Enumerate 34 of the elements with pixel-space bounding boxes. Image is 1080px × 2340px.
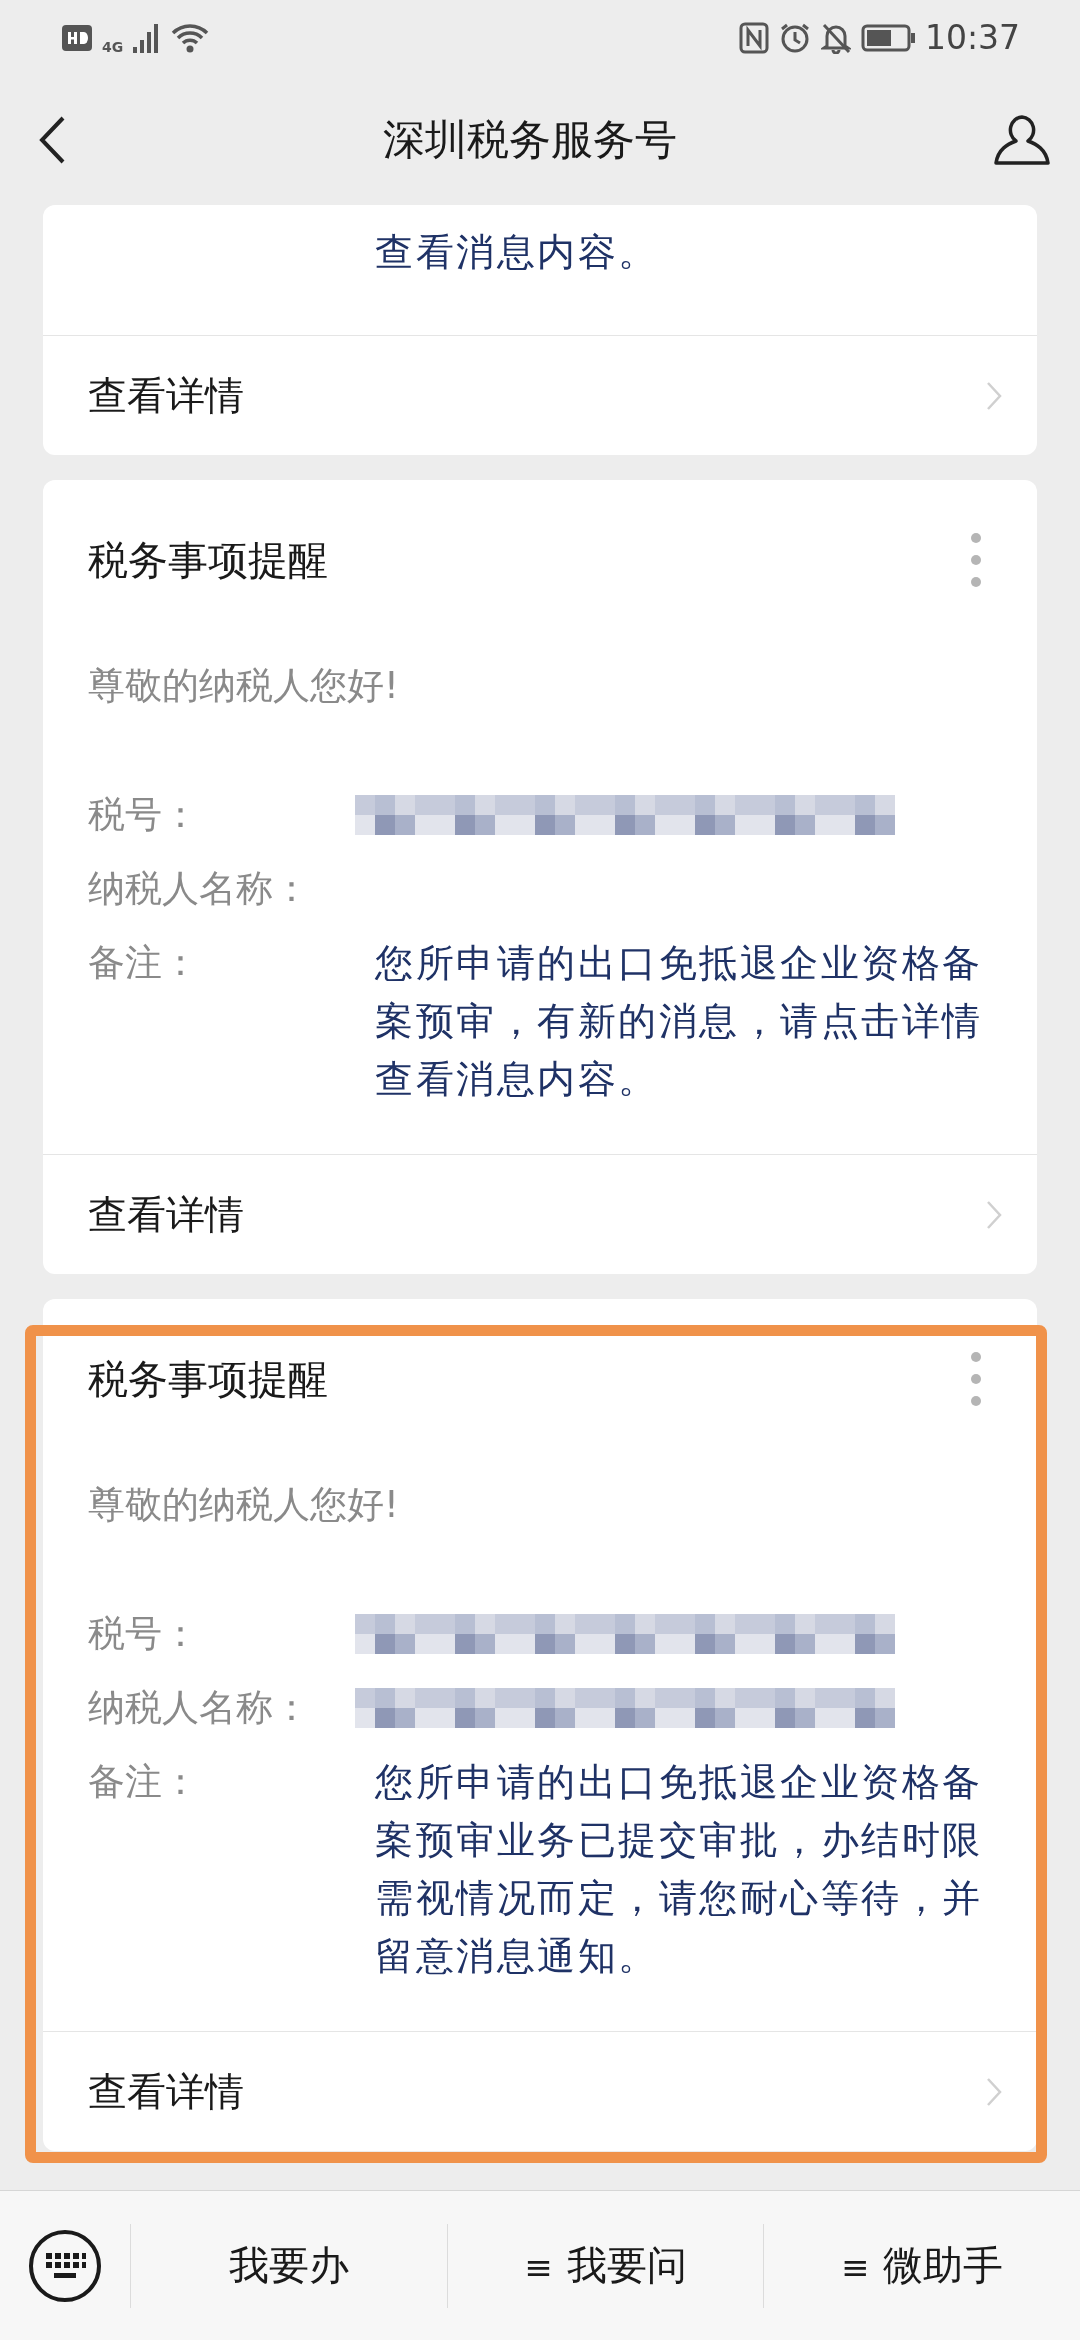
- chevron-icon: [986, 1199, 1002, 1230]
- menu-button[interactable]: ≡ 我要问: [446, 2223, 764, 2308]
- view-details-link[interactable]: 查看详情: [43, 2031, 1037, 2151]
- profile-icon[interactable]: [994, 114, 1050, 166]
- field-label: 纳税人名称：: [88, 866, 311, 912]
- back-icon[interactable]: [38, 115, 66, 165]
- chevron-icon: [986, 380, 1002, 411]
- menu-button[interactable]: ≡ 微助手: [763, 2223, 1080, 2308]
- nfc-icon: [738, 21, 769, 54]
- greeting-text: 尊敬的纳税人您好!: [88, 1482, 400, 1528]
- wifi-icon: [171, 22, 210, 53]
- greeting-text: 尊敬的纳税人您好!: [88, 663, 400, 709]
- field-label: 备注：: [88, 1759, 200, 1805]
- field-value: 您所申请的出口免抵退企业资格备案预审业务已提交审批，办结时限需视情况而定，请您耐心等待，并留意消息通知。: [375, 1759, 984, 1980]
- hd-icon: [62, 24, 92, 51]
- battery-icon: [860, 23, 915, 52]
- bell-muted-icon: [820, 21, 851, 54]
- field-label: 纳税人名称：: [88, 1685, 311, 1731]
- network-type: 4G: [102, 38, 124, 55]
- field-label: 备注：: [88, 940, 200, 986]
- page-title: 深圳税务服务号: [383, 114, 677, 166]
- card-title: 税务事项提醒: [88, 536, 328, 585]
- clock-time: 10:37: [924, 18, 1020, 57]
- view-details-link[interactable]: 查看详情: [43, 1154, 1037, 1274]
- menu-button[interactable]: 我要办: [130, 2223, 447, 2308]
- alarm-icon: [778, 21, 811, 54]
- card-title: 税务事项提醒: [88, 1355, 328, 1404]
- view-details-link[interactable]: 查看详情: [43, 335, 1037, 455]
- field-label: 税号：: [88, 792, 200, 838]
- keyboard-icon[interactable]: [28, 2228, 102, 2303]
- field-label: 税号：: [88, 1611, 200, 1657]
- field-value: 您所申请的出口免抵退企业资格备案预审，有新的消息，请点击详情查看消息内容。: [375, 940, 984, 1103]
- field-value: 查看消息内容。: [375, 229, 660, 276]
- chevron-icon: [986, 2076, 1002, 2107]
